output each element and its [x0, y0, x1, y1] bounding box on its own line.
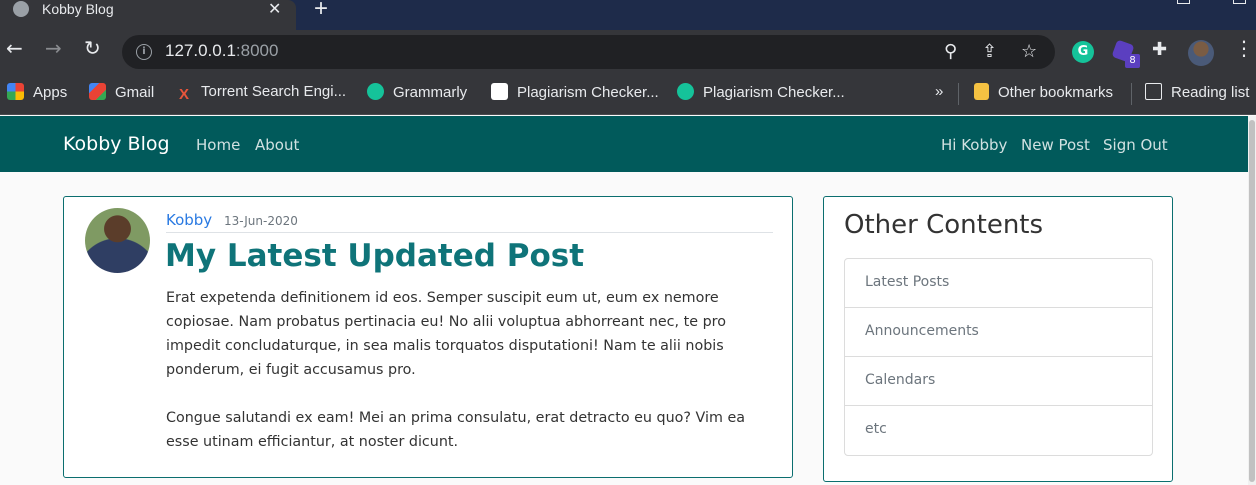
- sidebar-list: Latest Posts Announcements Calendars etc: [844, 258, 1153, 456]
- bookmark-reading-list[interactable]: Reading list: [1145, 83, 1249, 101]
- extensions-puzzle-icon[interactable]: ✚: [1152, 39, 1167, 60]
- post-paragraph: Erat expetenda definitionem id eos. Semp…: [166, 290, 726, 378]
- reload-icon[interactable]: ↻: [84, 36, 101, 60]
- address-bar[interactable]: i 127.0.0.1:8000 ⚲ ⇪ ☆: [122, 35, 1055, 69]
- divider: [166, 232, 773, 233]
- gmail-icon: [89, 83, 106, 100]
- share-icon[interactable]: ⇪: [982, 41, 997, 62]
- bookmark-plagiarism-2[interactable]: Plagiarism Checker...: [677, 83, 845, 101]
- scrollbar[interactable]: [1248, 116, 1256, 485]
- sidebar-heading: Other Contents: [844, 210, 1044, 240]
- sidebar-item-latest-posts[interactable]: Latest Posts: [845, 259, 1152, 308]
- sidebar-item-calendars[interactable]: Calendars: [845, 357, 1152, 406]
- restore-window-icon[interactable]: [1177, 0, 1190, 4]
- nav-sign-out[interactable]: Sign Out: [1103, 136, 1168, 154]
- nav-new-post[interactable]: New Post: [1021, 136, 1090, 154]
- browser-toolbar: ← → ↻ i 127.0.0.1:8000 ⚲ ⇪ ☆ G 8 ✚ ⋮: [0, 30, 1256, 74]
- post-paragraph: Congue salutandi ex eam! Mei an prima co…: [166, 410, 746, 450]
- nav-about[interactable]: About: [255, 136, 299, 154]
- apps-grid-icon: [7, 83, 24, 100]
- divider: [958, 83, 959, 105]
- reading-list-icon: [1145, 83, 1162, 100]
- tab-strip: Kobby Blog ✕ +: [0, 0, 1256, 30]
- post-title[interactable]: My Latest Updated Post: [165, 238, 584, 274]
- folder-icon: [974, 83, 989, 100]
- menu-kebab-icon[interactable]: ⋮: [1234, 36, 1254, 60]
- sidebar-item-etc[interactable]: etc: [845, 406, 1152, 455]
- post-card: Kobby 13-Jun-2020 My Latest Updated Post…: [63, 196, 793, 478]
- bookmark-other[interactable]: Other bookmarks: [974, 83, 1113, 101]
- grammarly-extension-icon[interactable]: G: [1072, 41, 1094, 63]
- extension-badge: 8: [1125, 54, 1140, 68]
- scrollbar-thumb[interactable]: [1249, 120, 1255, 482]
- torrent-x-icon: X: [179, 86, 190, 103]
- post-body: Erat expetenda definitionem id eos. Semp…: [166, 286, 776, 478]
- sidebar-item-announcements[interactable]: Announcements: [845, 308, 1152, 357]
- bookmarks-bar: Apps Gmail X Torrent Search Engi... Gramm…: [0, 74, 1256, 115]
- bookmark-plagiarism-1[interactable]: Plagiarism Checker...: [491, 83, 659, 101]
- nav-greeting[interactable]: Hi Kobby: [941, 136, 1007, 154]
- bookmark-apps[interactable]: Apps: [7, 83, 67, 101]
- author-avatar: [85, 208, 150, 273]
- post-date: 13-Jun-2020: [224, 214, 298, 228]
- close-icon[interactable]: ✕: [268, 0, 281, 18]
- url-text[interactable]: 127.0.0.1:8000: [165, 41, 278, 61]
- site-info-icon[interactable]: i: [136, 44, 152, 60]
- sst-icon: [491, 83, 508, 100]
- tab-title: Kobby Blog: [42, 1, 114, 17]
- profile-avatar[interactable]: [1188, 40, 1214, 66]
- bookmark-gmail[interactable]: Gmail: [89, 83, 154, 101]
- bookmark-grammarly[interactable]: Grammarly: [367, 83, 467, 101]
- nav-home[interactable]: Home: [196, 136, 240, 154]
- site-navbar: Kobby Blog Home About Hi Kobby New Post …: [0, 116, 1256, 172]
- site-brand[interactable]: Kobby Blog: [63, 133, 170, 155]
- zoom-icon[interactable]: ⚲: [944, 41, 957, 62]
- bookmark-star-icon[interactable]: ☆: [1021, 41, 1037, 62]
- new-tab-button[interactable]: +: [314, 0, 328, 23]
- grammarly-icon: [677, 83, 694, 100]
- close-window-icon[interactable]: [1233, 0, 1246, 4]
- grammarly-icon: [367, 83, 384, 100]
- browser-tab[interactable]: Kobby Blog ✕: [0, 0, 296, 30]
- forward-arrow-icon[interactable]: →: [45, 36, 62, 60]
- divider: [1131, 83, 1132, 105]
- post-author[interactable]: Kobby: [166, 211, 212, 229]
- sidebar: Other Contents Latest Posts Announcement…: [823, 196, 1173, 482]
- bookmarks-overflow-chevron[interactable]: »: [935, 83, 943, 100]
- back-arrow-icon[interactable]: ←: [6, 36, 23, 60]
- bookmark-torrent[interactable]: X Torrent Search Engi...: [179, 83, 346, 103]
- globe-icon: [13, 1, 29, 17]
